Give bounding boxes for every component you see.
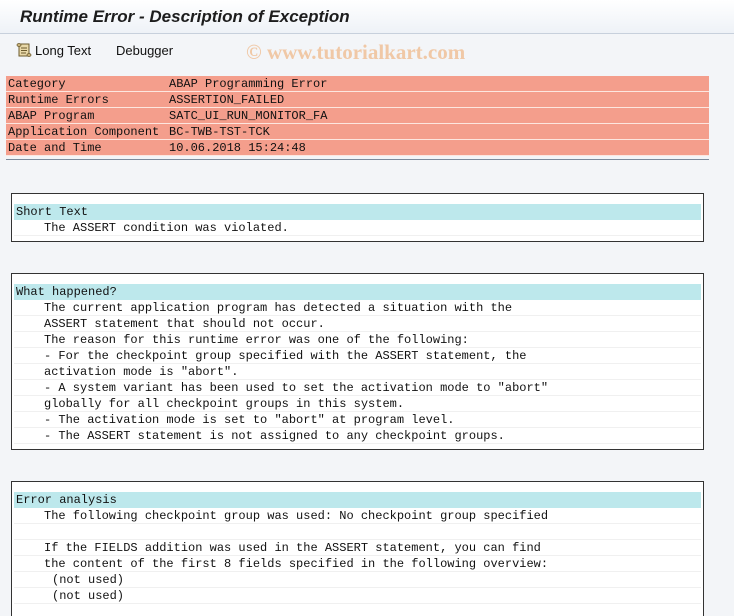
- watermark: © www.tutorialkart.com: [246, 40, 466, 64]
- text-line: - For the checkpoint group specified wit…: [14, 348, 701, 364]
- section-title: Short Text: [14, 204, 701, 220]
- scroll-icon: [16, 42, 32, 58]
- text-line: If the FIELDS addition was used in the A…: [14, 540, 701, 556]
- text-line: - The activation mode is set to "abort" …: [14, 412, 701, 428]
- title-bar: Runtime Error - Description of Exception: [0, 0, 734, 34]
- header-key: Runtime Errors: [8, 93, 109, 107]
- header-key: Category: [8, 77, 66, 91]
- text-line: (not used): [14, 588, 701, 604]
- header-divider: [6, 159, 709, 160]
- text-line: - The ASSERT statement is not assigned t…: [14, 428, 701, 444]
- header-row-abap-program: ABAP Program SATC_UI_RUN_MONITOR_FA: [6, 108, 709, 124]
- text-line: - A system variant has been used to set …: [14, 380, 701, 396]
- text-line: the content of the first 8 fields specif…: [14, 556, 701, 572]
- header-value: ASSERTION_FAILED: [169, 93, 285, 107]
- section-title: Error analysis: [14, 492, 701, 508]
- error-analysis-section: Error analysis The following checkpoint …: [11, 481, 704, 616]
- text-line: [14, 524, 701, 540]
- header-value: ABAP Programming Error: [169, 77, 328, 91]
- header-row-date-time: Date and Time 10.06.2018 15:24:48: [6, 140, 709, 156]
- header-key: Application Component: [8, 125, 160, 139]
- what-happened-section: What happened? The current application p…: [11, 273, 704, 450]
- header-value: BC-TWB-TST-TCK: [169, 125, 270, 139]
- text-line: activation mode is "abort".: [14, 364, 701, 380]
- long-text-label: Long Text: [35, 42, 92, 58]
- header-key: ABAP Program: [8, 109, 95, 123]
- text-line: globally for all checkpoint groups in th…: [14, 396, 701, 412]
- long-text-button[interactable]: Long Text: [16, 41, 91, 59]
- section-title: What happened?: [14, 284, 701, 300]
- text-line: The following checkpoint group was used:…: [14, 508, 701, 524]
- text-line: The reason for this runtime error was on…: [14, 332, 701, 348]
- error-header-table: Category ABAP Programming Error Runtime …: [6, 76, 709, 156]
- header-row-category: Category ABAP Programming Error: [6, 76, 709, 92]
- text-line: The current application program has dete…: [14, 300, 701, 316]
- short-text-section: Short Text The ASSERT condition was viol…: [11, 193, 704, 242]
- header-value: SATC_UI_RUN_MONITOR_FA: [169, 109, 328, 123]
- text-line: ASSERT statement that should not occur.: [14, 316, 701, 332]
- text-line: The ASSERT condition was violated.: [14, 220, 701, 236]
- debugger-label: Debugger: [116, 42, 174, 58]
- text-line: (not used): [14, 572, 701, 588]
- header-row-application-component: Application Component BC-TWB-TST-TCK: [6, 124, 709, 140]
- window-title: Runtime Error - Description of Exception: [20, 7, 350, 26]
- header-key: Date and Time: [8, 141, 102, 155]
- header-value: 10.06.2018 15:24:48: [169, 141, 306, 155]
- header-row-runtime-errors: Runtime Errors ASSERTION_FAILED: [6, 92, 709, 108]
- debugger-button[interactable]: Debugger: [116, 41, 173, 59]
